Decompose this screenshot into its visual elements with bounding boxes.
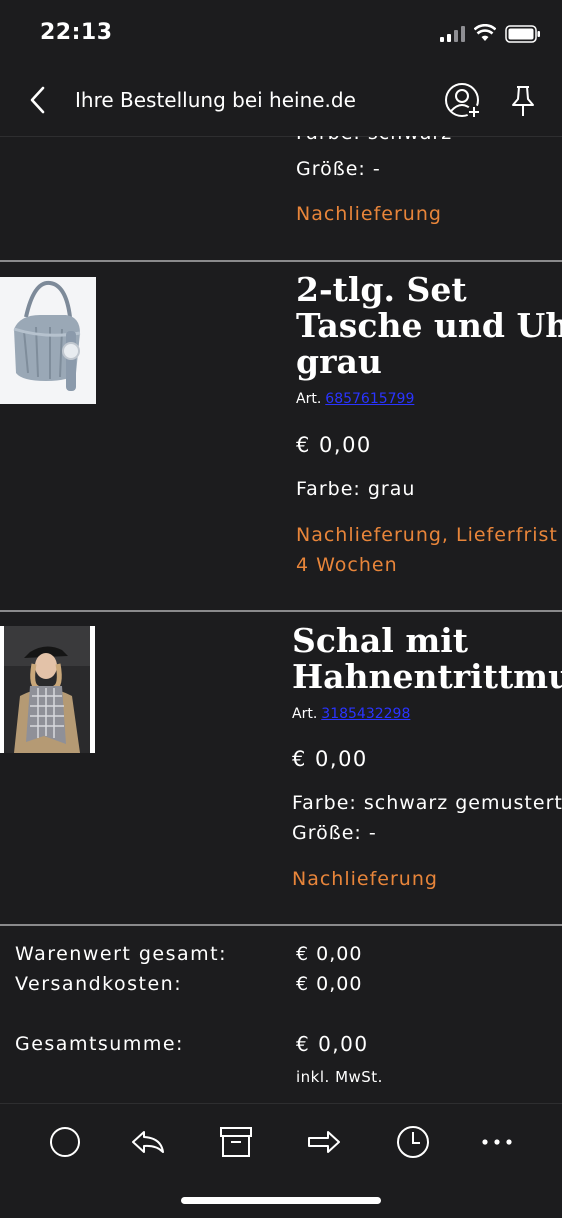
delivery-status: Nachlieferung — [296, 203, 442, 225]
order-email-content: Farbe: schwarz Größe: - Nachlieferung 2-… — [0, 136, 562, 1103]
scarf-image — [0, 626, 95, 753]
article-number-link[interactable]: 6857615799 — [325, 391, 414, 407]
product-name[interactable]: 2-tlg. Set Tasche und Uhr grau — [296, 272, 562, 380]
pin-icon[interactable] — [508, 84, 538, 118]
color-label: Farbe: — [292, 792, 357, 814]
mail-toolbar — [0, 1103, 562, 1218]
cellular-signal-icon — [440, 26, 465, 42]
item-color: Farbe: schwarz — [296, 136, 452, 144]
delivery-line: Nachlieferung, Lieferfrist — [296, 524, 558, 546]
more-icon[interactable] — [479, 1124, 515, 1160]
grand-total-value: € 0,00 — [296, 1032, 369, 1056]
shipping-value: € 0,00 — [296, 973, 363, 995]
divider — [0, 610, 562, 612]
navigation-bar: Ihre Bestellung bei heine.de — [0, 66, 562, 137]
item-price: € 0,00 — [296, 433, 372, 457]
tax-note: inkl. MwSt. — [296, 1068, 383, 1086]
clock-icon[interactable] — [395, 1124, 431, 1160]
divider — [0, 260, 562, 262]
size-label: Größe: — [296, 158, 366, 180]
home-indicator[interactable] — [181, 1197, 381, 1204]
product-name[interactable]: Schal mit Hahnentrittmus — [292, 623, 562, 695]
article-number: Art. 6857615799 — [296, 391, 414, 407]
article-number-link[interactable]: 3185432298 — [321, 706, 410, 722]
article-label: Art. — [296, 391, 322, 407]
article-label: Art. — [292, 706, 318, 722]
circle-icon[interactable] — [47, 1124, 83, 1160]
grand-total-label: Gesamtsumme: — [15, 1033, 184, 1055]
add-contact-icon[interactable] — [444, 82, 482, 120]
item-size: Größe: - — [292, 822, 377, 844]
delivery-status: Nachlieferung — [292, 868, 438, 890]
color-value: grau — [367, 478, 416, 500]
bag-watch-image — [0, 277, 96, 404]
back-chevron-icon[interactable] — [26, 84, 50, 116]
shipping-label: Versandkosten: — [15, 973, 183, 995]
color-value: schwarz — [368, 136, 452, 144]
product-name-line: Schal mit — [292, 621, 469, 660]
wifi-icon — [474, 24, 496, 41]
product-image-bag-watch[interactable] — [0, 277, 96, 404]
battery-icon — [505, 25, 540, 43]
product-name-line: Hahnentrittmus — [292, 657, 562, 696]
reply-icon[interactable] — [130, 1124, 166, 1160]
color-label: Farbe: — [296, 136, 361, 144]
item-size: Größe: - — [296, 158, 381, 180]
item-color: Farbe: schwarz gemustert — [292, 792, 562, 814]
delivery-status: Nachlieferung, Lieferfrist 4 Wochen — [296, 520, 558, 580]
goods-total-label: Warenwert gesamt: — [15, 943, 228, 965]
product-name-line: grau — [296, 342, 382, 381]
forward-icon[interactable] — [306, 1124, 342, 1160]
divider — [0, 924, 562, 926]
delivery-line: 4 Wochen — [296, 554, 398, 576]
archive-icon[interactable] — [218, 1124, 254, 1160]
product-name-line: 2-tlg. Set — [296, 270, 467, 309]
page-title: Ihre Bestellung bei heine.de — [75, 88, 356, 112]
size-value: - — [372, 158, 381, 180]
goods-total-value: € 0,00 — [296, 943, 363, 965]
item-price: € 0,00 — [292, 747, 368, 771]
color-label: Farbe: — [296, 478, 361, 500]
status-bar: 22:13 — [0, 0, 562, 66]
status-time: 22:13 — [40, 20, 113, 45]
product-name-line: Tasche und Uhr — [296, 306, 562, 345]
item-color: Farbe: grau — [296, 478, 415, 500]
product-image-scarf[interactable] — [0, 626, 95, 753]
size-value: - — [368, 822, 377, 844]
color-value: schwarz gemustert — [363, 792, 562, 814]
article-number: Art. 3185432298 — [292, 706, 410, 722]
size-label: Größe: — [292, 822, 362, 844]
